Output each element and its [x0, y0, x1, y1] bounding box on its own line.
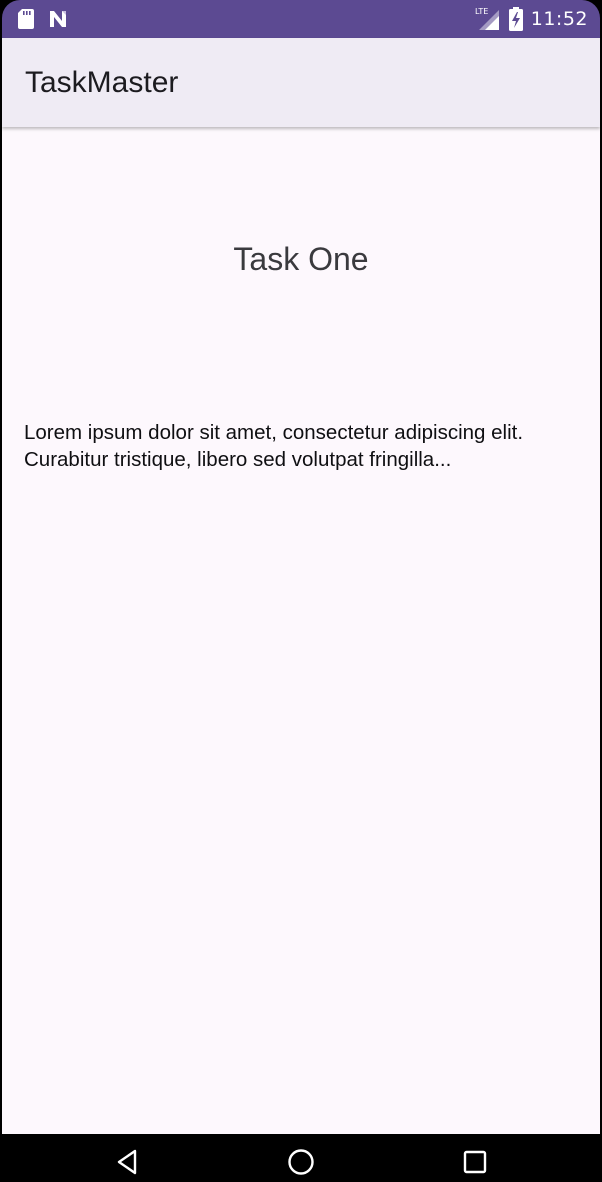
nav-home-button[interactable] — [281, 1144, 321, 1180]
n-logo-icon — [48, 9, 68, 29]
battery-charging-icon — [508, 7, 523, 31]
task-title: Task One — [233, 241, 369, 277]
status-left-icons — [18, 9, 68, 29]
task-detail-content: Task One Lorem ipsum dolor sit amet, con… — [2, 127, 600, 1134]
app-bar: TaskMaster — [2, 38, 600, 127]
status-time: 11:52 — [530, 8, 588, 30]
nav-recents-button[interactable] — [455, 1144, 495, 1180]
sd-card-icon — [18, 9, 34, 29]
home-icon — [287, 1148, 315, 1176]
navigation-bar — [0, 1134, 602, 1182]
recents-icon — [463, 1150, 487, 1174]
back-icon — [115, 1149, 139, 1175]
status-right-icons: LTE 11:52 — [475, 6, 588, 32]
task-body: Lorem ipsum dolor sit amet, consectetur … — [24, 421, 524, 471]
network-label: LTE — [475, 7, 488, 16]
status-bar: LTE 11:52 — [2, 0, 600, 38]
app-title: TaskMaster — [25, 66, 179, 99]
phone-screen: LTE 11:52 TaskMaster Task One Lorem ipsu… — [0, 0, 602, 1182]
nav-back-button[interactable] — [107, 1144, 147, 1180]
lte-signal-icon: LTE — [475, 6, 501, 32]
